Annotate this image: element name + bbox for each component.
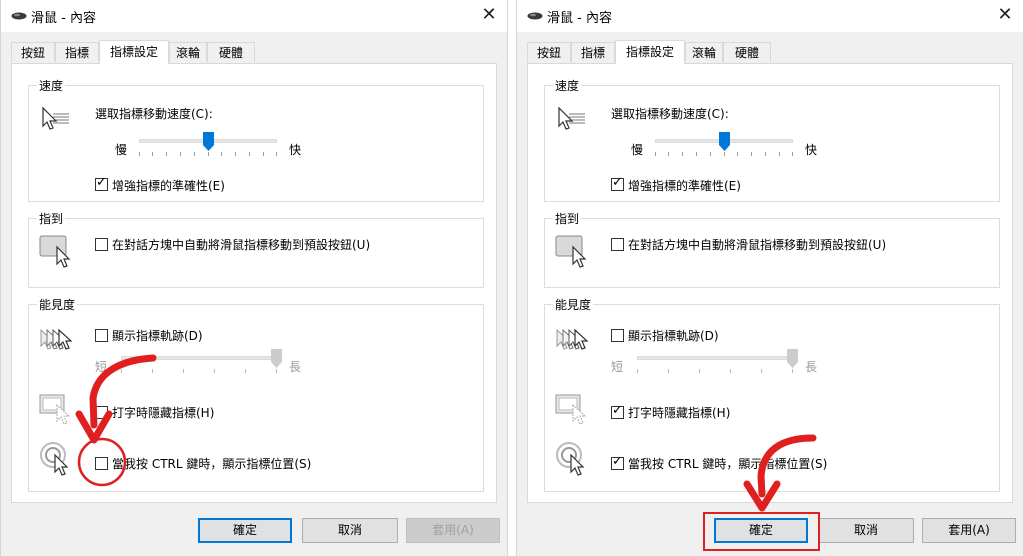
- tab-pointer-options[interactable]: 指標設定: [615, 40, 685, 64]
- annotation-arrow: [75, 354, 157, 487]
- mouse-properties-dialog-before: 滑鼠 - 內容 ✕ 按鈕 指標 指標設定 滾輪 硬體 速度 選取指標移動速度(C…: [0, 0, 508, 556]
- mouse-properties-dialog-after: 滑鼠 - 內容 ✕ 按鈕 指標 指標設定 滾輪 硬體 速度 選取指標移動速度(C…: [516, 0, 1024, 556]
- annotation-arrow: [743, 434, 817, 512]
- tab-pointer-options[interactable]: 指標設定: [99, 40, 169, 64]
- annotation-circle: [77, 437, 127, 487]
